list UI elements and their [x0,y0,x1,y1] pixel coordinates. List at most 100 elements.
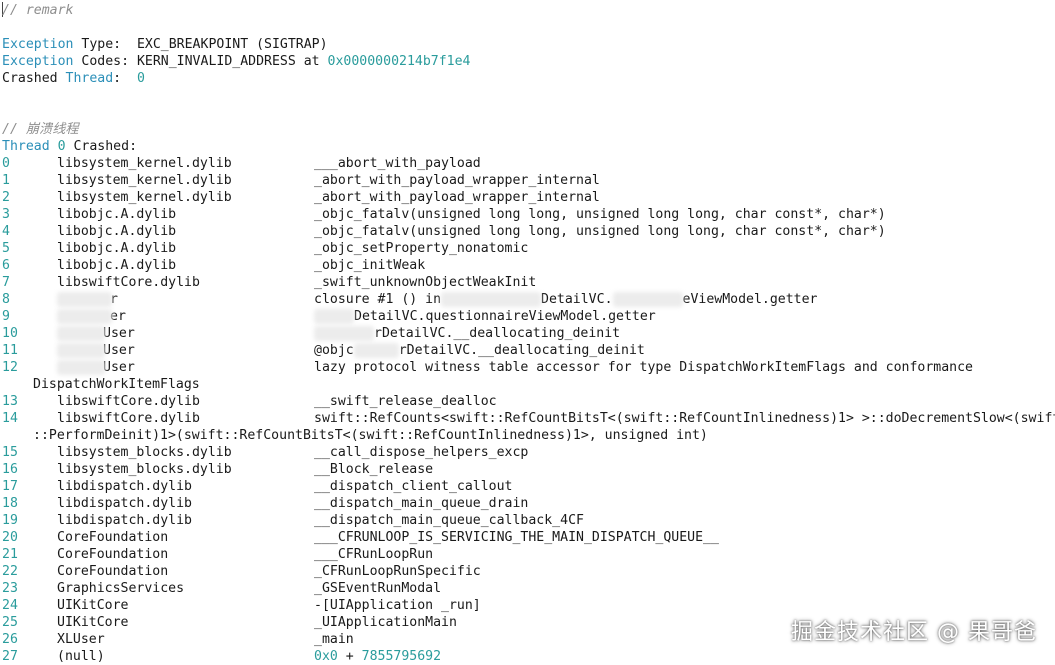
frame-symbol-text: rDetailVC.__deallocating_deinit [398,343,645,358]
frame-symbol: ___abort_with_payload [314,155,481,172]
frame-number: 5 [2,241,10,256]
stack-frame-row: 4 libobjc.A.dylib _objc_fatalv(unsigned lo… [0,223,1055,240]
frame-symbol-text: __dispatch_main_queue_callback_4CF [314,513,584,528]
frame-symbol: __call_dispose_helpers_excp [314,444,528,461]
stack-frame-row: 3 libobjc.A.dylib _objc_fatalv(unsigned lo… [0,206,1055,223]
redacted-blur [314,325,374,341]
crashed-thread-line: Crashed Thread: 0 [2,70,145,87]
frame-module-name: libsystem_kernel.dylib [57,156,232,171]
frame-number: 4 [2,224,10,239]
stack-frame-row: 18 libdispatch.dylib __dispatch_main_queue… [0,495,1055,512]
frame-module-name: libsystem_blocks.dylib [57,462,232,477]
frame-symbol-text: closure #1 () in [314,292,442,307]
frame-address: 0x0 [314,649,338,664]
frame-symbol: __dispatch_client_callout [314,478,513,495]
frame-symbol: _abort_with_payload_wrapper_internal [314,189,600,206]
stack-frame-row: 6 libobjc.A.dylib _objc_initWeak [0,257,1055,274]
exception-type-text: Type: EXC_BREAKPOINT (SIGTRAP) [73,37,328,52]
frame-module-name: UIKitCore [57,615,129,630]
frame-module-name: er [110,309,126,324]
frame-symbol-text: rDetailVC.__deallocating_deinit [374,326,621,341]
frame-module: libobjc.A.dylib [57,223,176,240]
stack-frame-row: 0 libsystem_kernel.dylib ___abort_with_pay… [0,155,1055,172]
frame-module: libswiftCore.dylib [57,393,200,410]
exception-codes-line: Exception Codes: KERN_INVALID_ADDRESS at… [2,53,470,70]
frame-number: 14 [2,411,18,426]
frame-module-name: (null) [57,649,105,664]
frame-symbol: _swift_unknownObjectWeakInit [314,274,536,291]
frame-symbol-text: _CFRunLoopRunSpecific [314,564,481,579]
exception-keyword: Exception [2,54,74,69]
stack-frame-row: 10 User rDetailVC.__deallocating_deinit [0,325,1055,342]
frame-symbol: 0x0 + 7855795692 [314,648,441,665]
frame-module: User [57,325,135,342]
stack-frame-row: 7 libswiftCore.dylib _swift_unknownObjectW… [0,274,1055,291]
frame-module: User [57,359,135,376]
frame-module-name: CoreFoundation [57,564,169,579]
frame-number: 1 [2,173,10,188]
frame-number: 6 [2,258,10,273]
frame-module: libsystem_kernel.dylib [57,172,232,189]
frame-module-name: libswiftCore.dylib [57,394,200,409]
frame-number: 27 [2,649,18,664]
redacted-blur [441,291,542,307]
frame-module-name: User [103,343,135,358]
stack-frame-row: 11 User @objc rDetailVC.__deallocating_dein… [0,342,1055,359]
stack-frame-row: 2 libsystem_kernel.dylib _abort_with_paylo… [0,189,1055,206]
frame-symbol: DetailVC.questionnaireViewModel.getter [314,308,656,325]
frame-symbol: swift::RefCounts<swift::RefCountBitsT<(s… [314,410,1055,427]
frame-number: 26 [2,632,18,647]
frame-module: XLUser [57,631,105,648]
frame-symbol-wrap: DispatchWorkItemFlags [33,377,200,392]
stack-frame-row: 27 (null) 0x0 + 7855795692 [0,648,1055,665]
frame-module-name: libswiftCore.dylib [57,411,200,426]
frame-number: 9 [2,309,10,324]
stack-frame-row: 8 r closure #1 () in DetailVC. eViewModel.ge… [0,291,1055,308]
frame-module: CoreFoundation [57,529,168,546]
frame-symbol-text: __Block_release [314,462,434,477]
frame-symbol-text: lazy protocol witness table accessor for… [314,360,973,375]
stack-frame-row: 5 libobjc.A.dylib _objc_setProperty_nonato… [0,240,1055,257]
stack-frame-row: 22 CoreFoundation _CFRunLoopRunSpecific [0,563,1055,580]
exception-type-line: Exception Type: EXC_BREAKPOINT (SIGTRAP) [2,36,328,53]
stack-frame-row: 21 CoreFoundation ___CFRunLoopRun [0,546,1055,563]
frame-module-name: CoreFoundation [57,530,169,545]
frame-number: 23 [2,581,18,596]
frame-symbol-text: _objc_fatalv(unsigned long long, unsigne… [314,224,886,239]
exception-codes-text: Codes: KERN_INVALID_ADDRESS at [73,54,328,69]
frame-symbol-text: ___CFRunLoopRun [314,547,434,562]
frame-symbol-text: _objc_fatalv(unsigned long long, unsigne… [314,207,886,222]
frame-module: libsystem_kernel.dylib [57,189,232,206]
frame-module-name: libsystem_kernel.dylib [57,190,232,205]
frame-symbol: _UIApplicationMain [314,614,457,631]
frame-number: 7 [2,275,10,290]
stack-frame-row: 9 er DetailVC.questionnaireViewModel.gette… [0,308,1055,325]
watermark: 掘金技术社区 @ 果哥爸 [791,620,1037,645]
frame-module: libdispatch.dylib [57,495,192,512]
redacted-blur [612,291,683,307]
frame-symbol-text: __call_dispose_helpers_excp [314,445,529,460]
redacted-blur [314,308,354,324]
frame-symbol: ___CFRunLoopRun [314,546,433,563]
frame-module-name: libdispatch.dylib [57,479,192,494]
redacted-blur [57,359,105,375]
frame-symbol: _objc_initWeak [314,257,425,274]
frame-symbol-text: eViewModel.getter [682,292,818,307]
frame-number: 16 [2,462,18,477]
frame-number: 25 [2,615,18,630]
thread-keyword: Thread [65,71,114,86]
frame-module-name: UIKitCore [57,598,129,613]
frame-number: 15 [2,445,18,460]
frame-module-name: libsystem_blocks.dylib [57,445,232,460]
frame-symbol-text: _objc_initWeak [314,258,426,273]
crashed-colon: : [113,71,137,86]
frame-symbol-text: -[UIApplication _run] [314,598,481,613]
frame-module-name: libswiftCore.dylib [57,275,200,290]
frame-symbol: _objc_setProperty_nonatomic [314,240,528,257]
frame-module: CoreFoundation [57,563,168,580]
frame-symbol-text: _abort_with_payload_wrapper_internal [314,173,600,188]
frame-module-name: User [103,360,135,375]
frame-number: 19 [2,513,18,528]
redacted-blur [57,308,112,324]
exception-keyword: Exception [2,37,74,52]
